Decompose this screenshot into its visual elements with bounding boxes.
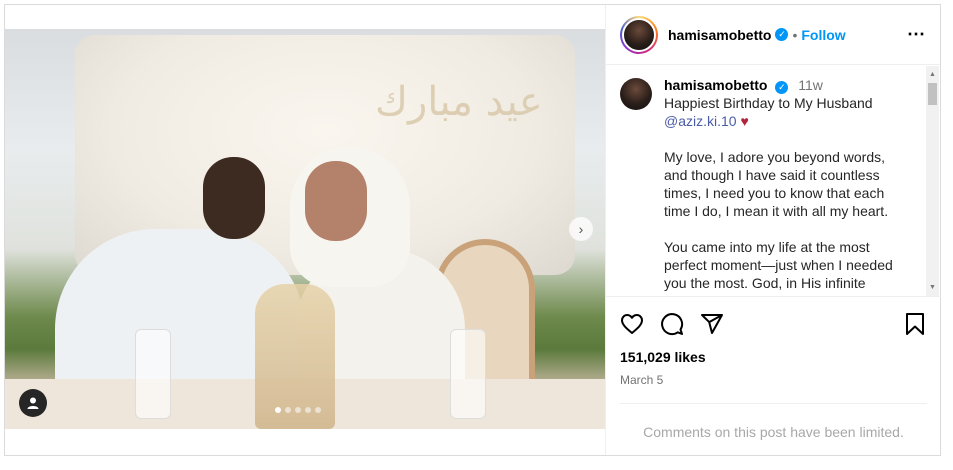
header-separator: • [792,26,798,43]
photo-man-head [203,157,265,239]
post-media[interactable]: عيد مبارك › [5,5,605,455]
comments-limited-notice: Comments on this post have been limited. [620,403,927,440]
caption-username[interactable]: hamisamobetto [664,77,767,93]
tagged-users-button[interactable] [19,389,47,417]
carousel-dot [285,407,291,413]
photo-woman-face [305,161,367,241]
likes-count[interactable]: 151,029 likes [620,349,927,365]
verified-badge-icon: ✓ [775,28,789,41]
person-icon [27,397,39,409]
more-options-icon[interactable]: ⋯ [907,24,926,45]
mention-link[interactable]: @aziz.ki.10 [664,113,737,129]
like-heart-icon[interactable] [620,312,644,336]
carousel-indicator [275,407,321,413]
share-icon[interactable] [700,312,724,336]
caption-time[interactable]: 11w [798,77,823,93]
carousel-dot [295,407,301,413]
caption-line1: Happiest Birthday to My Husband [664,95,873,111]
post-photo[interactable]: عيد مبارك [5,29,605,429]
caption-paragraph: My love, I adore you beyond words, and t… [664,149,889,219]
comment-icon[interactable] [660,312,684,336]
comments-scrollbar[interactable]: ▲ ▼ [926,66,939,296]
caption-paragraph: You came into my life at the most perfec… [664,239,893,291]
photo-glass [450,329,486,419]
avatar [622,17,656,52]
post-actions: 151,029 likes March 5 [606,296,941,387]
carousel-dot [275,407,281,413]
post-sidebar: hamisamobetto ✓ • Follow ⋯ hamisamobetto… [605,5,941,455]
header-username[interactable]: hamisamobetto [668,27,771,43]
heart-emoji-icon: ♥ [740,113,749,129]
caption-row: hamisamobetto ✓ 11w Happiest Birthday to… [620,76,941,292]
scrollbar-thumb[interactable] [928,83,937,105]
follow-button[interactable]: Follow [801,27,845,43]
carousel-dot [315,407,321,413]
chevron-right-icon: › [578,221,584,237]
verified-badge-icon: ✓ [775,81,789,94]
instagram-post: عيد مبارك › hamisamobetto ✓ • Follow ⋯ h… [4,4,941,456]
caption-text: hamisamobetto ✓ 11w Happiest Birthday to… [664,76,904,292]
save-bookmark-icon[interactable] [903,312,927,336]
comments-panel[interactable]: hamisamobetto ✓ 11w Happiest Birthday to… [606,66,941,296]
post-header: hamisamobetto ✓ • Follow ⋯ [606,5,940,65]
next-image-button[interactable]: › [569,217,593,241]
scroll-down-arrow-icon[interactable]: ▼ [926,281,939,294]
photo-glass [135,329,171,419]
backdrop-arabic-text: عيد مبارك [375,79,543,125]
story-avatar[interactable] [620,15,658,54]
caption-avatar[interactable] [620,78,652,110]
post-date[interactable]: March 5 [620,373,927,387]
action-icons [620,309,927,339]
scroll-up-arrow-icon[interactable]: ▲ [926,68,939,81]
carousel-dot [305,407,311,413]
